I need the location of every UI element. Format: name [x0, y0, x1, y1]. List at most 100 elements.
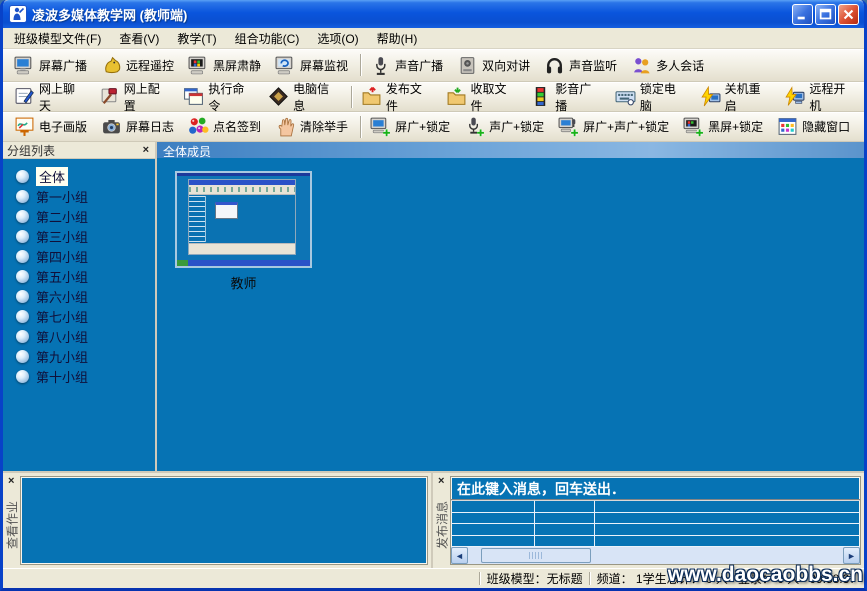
toolbar-button-screen-monitor[interactable]: 屏幕监视 — [270, 53, 357, 78]
toolbar-button-label: 多人会话 — [656, 57, 704, 74]
group-list: 全体第一小组第二小组第三小组第四小组第五小组第六小组第七小组第八小组第九小组第十… — [3, 159, 155, 471]
menu-item-0[interactable]: 班级模型文件(F) — [5, 28, 110, 49]
voice-lock-combo-icon — [464, 116, 485, 137]
message-input[interactable]: 在此键入消息，回车送出． — [451, 477, 860, 501]
menu-item-1[interactable]: 查看(V) — [110, 28, 168, 49]
toolbar-button-pc-info[interactable]: 电脑信息 — [263, 78, 348, 116]
toolbar-button-label: 锁定电脑 — [640, 80, 686, 114]
menubar: 班级模型文件(F)查看(V)教学(T)组合功能(C)选项(O)帮助(H) — [3, 28, 864, 49]
horizontal-scrollbar[interactable]: ◄ ► — [451, 547, 860, 564]
homework-panel-strip: × 查看作业 — [3, 473, 20, 568]
minimize-button[interactable] — [792, 4, 813, 25]
toolbar-button-roll-call[interactable]: 点名签到 — [183, 114, 270, 139]
menu-item-4[interactable]: 选项(O) — [308, 28, 367, 49]
message-table-cell — [595, 501, 860, 512]
message-table-cell — [595, 536, 860, 547]
status-class-model: 班级模型：无标题 — [487, 570, 583, 587]
sidebar-item-group-8[interactable]: 第八小组 — [3, 326, 155, 346]
message-table-cell — [595, 524, 860, 535]
sidebar-item-group-1[interactable]: 第一小组 — [3, 186, 155, 206]
net-chat-icon — [14, 86, 35, 107]
status-channel: 频道： 1 — [597, 570, 643, 587]
members-header: 全体成员 — [157, 142, 864, 158]
toolbar-button-screen-lock-combo[interactable]: 屏广+锁定 — [365, 114, 459, 139]
message-table-cell — [535, 513, 595, 524]
homework-close-icon[interactable]: × — [6, 476, 16, 487]
members-panel: 全体成员 教师 — [157, 142, 864, 471]
group-list-close-icon[interactable]: × — [141, 145, 151, 156]
toolbar-button-net-chat[interactable]: 网上聊天 — [9, 78, 94, 116]
scroll-left-icon[interactable]: ◄ — [451, 547, 468, 564]
maximize-button[interactable] — [815, 4, 836, 25]
toolbar-button-screen-log[interactable]: 屏幕日志 — [96, 114, 183, 139]
toolbar-button-black-screen-lock-combo[interactable]: 黑屏+锁定 — [678, 114, 772, 139]
toolbar-separator — [351, 86, 353, 108]
sidebar-item-group-6[interactable]: 第六小组 — [3, 286, 155, 306]
sidebar-item-group-3[interactable]: 第三小组 — [3, 226, 155, 246]
toolbar-button-clear-hands[interactable]: 清除举手 — [270, 114, 357, 139]
e-board-icon — [14, 116, 35, 137]
group-ball-icon — [16, 250, 29, 263]
close-button[interactable] — [838, 4, 859, 25]
toolbar-button-voice-monitor[interactable]: 声音监听 — [539, 53, 626, 78]
toolbar-button-e-board[interactable]: 电子画版 — [9, 114, 96, 139]
group-list-panel: 分组列表 × 全体第一小组第二小组第三小组第四小组第五小组第六小组第七小组第八小… — [3, 142, 157, 471]
group-ball-icon — [16, 270, 29, 283]
toolbar-button-label: 执行命令 — [208, 80, 254, 114]
toolbar-button-send-files[interactable]: 发布文件 — [356, 78, 441, 116]
toolbar-button-label: 屏广+锁定 — [395, 118, 450, 135]
toolbar-button-run-command[interactable]: 执行命令 — [178, 78, 263, 116]
sidebar-item-group-10[interactable]: 第十小组 — [3, 366, 155, 386]
teacher-thumbnail[interactable]: 教师 — [175, 171, 312, 292]
toolbar-button-screen-voice-lock-combo[interactable]: 屏广+声广+锁定 — [553, 114, 678, 139]
toolbar-button-remote-control[interactable]: 远程遥控 — [96, 53, 183, 78]
group-ball-icon — [16, 330, 29, 343]
toolbar-button-shutdown-restart[interactable]: 关机重启 — [695, 78, 780, 116]
menu-item-5[interactable]: 帮助(H) — [368, 28, 427, 49]
toolbar-button-multi-chat[interactable]: 多人会话 — [626, 53, 713, 78]
two-way-talk-icon — [457, 55, 478, 76]
group-ball-icon — [16, 210, 29, 223]
toolbar-button-voice-lock-combo[interactable]: 声广+锁定 — [459, 114, 553, 139]
scroll-right-icon[interactable]: ► — [843, 547, 860, 564]
toolbar-button-label: 电子画版 — [39, 118, 87, 135]
toolbar-button-two-way-talk[interactable]: 双向对讲 — [452, 53, 539, 78]
group-label: 第四小组 — [36, 247, 88, 266]
sidebar-item-group-2[interactable]: 第二小组 — [3, 206, 155, 226]
av-broadcast-icon — [530, 86, 551, 107]
toolbar-button-lock-pc[interactable]: 锁定电脑 — [610, 78, 695, 116]
toolbar-button-label: 声广+锁定 — [489, 118, 544, 135]
sidebar-item-group-4[interactable]: 第四小组 — [3, 246, 155, 266]
message-panel-strip: × 发布消息 — [433, 473, 450, 568]
toolbar-button-av-broadcast[interactable]: 影音广播 — [525, 78, 610, 116]
statusbar-divider — [479, 572, 481, 585]
message-close-icon[interactable]: × — [436, 476, 446, 487]
toolbar-button-hide-window[interactable]: 隐藏窗口 — [772, 114, 859, 139]
message-panel: × 发布消息 在此键入消息，回车送出． ◄ ► — [433, 473, 864, 568]
toolbar-button-collect-files[interactable]: 收取文件 — [441, 78, 526, 116]
scrollbar-thumb[interactable] — [481, 548, 591, 563]
message-table-cell — [451, 513, 535, 524]
toolbar-button-remote-boot[interactable]: 远程开机 — [779, 78, 864, 116]
toolbar-button-black-screen[interactable]: 黑屏肃静 — [183, 53, 270, 78]
message-table-cell — [535, 524, 595, 535]
group-ball-icon — [16, 370, 29, 383]
toolbar-separator — [360, 116, 362, 138]
shutdown-restart-icon — [700, 86, 721, 107]
menu-item-3[interactable]: 组合功能(C) — [226, 28, 309, 49]
sidebar-item-group-0[interactable]: 全体 — [3, 166, 155, 186]
teacher-screen-preview[interactable] — [175, 171, 312, 268]
sidebar-item-group-5[interactable]: 第五小组 — [3, 266, 155, 286]
toolbar-button-screen-broadcast[interactable]: 屏幕广播 — [9, 53, 96, 78]
toolbar-button-label: 声音广播 — [395, 57, 443, 74]
main-area: 分组列表 × 全体第一小组第二小组第三小组第四小组第五小组第六小组第七小组第八小… — [3, 142, 864, 471]
toolbar-separator — [360, 54, 362, 76]
black-screen-icon — [188, 55, 209, 76]
toolbar-button-voice-broadcast[interactable]: 声音广播 — [365, 53, 452, 78]
sidebar-item-group-9[interactable]: 第九小组 — [3, 346, 155, 366]
toolbar-button-net-config[interactable]: 网上配置 — [94, 78, 179, 116]
group-list-title: 分组列表 — [7, 142, 141, 159]
message-table-row — [451, 536, 860, 548]
menu-item-2[interactable]: 教学(T) — [168, 28, 225, 49]
sidebar-item-group-7[interactable]: 第七小组 — [3, 306, 155, 326]
